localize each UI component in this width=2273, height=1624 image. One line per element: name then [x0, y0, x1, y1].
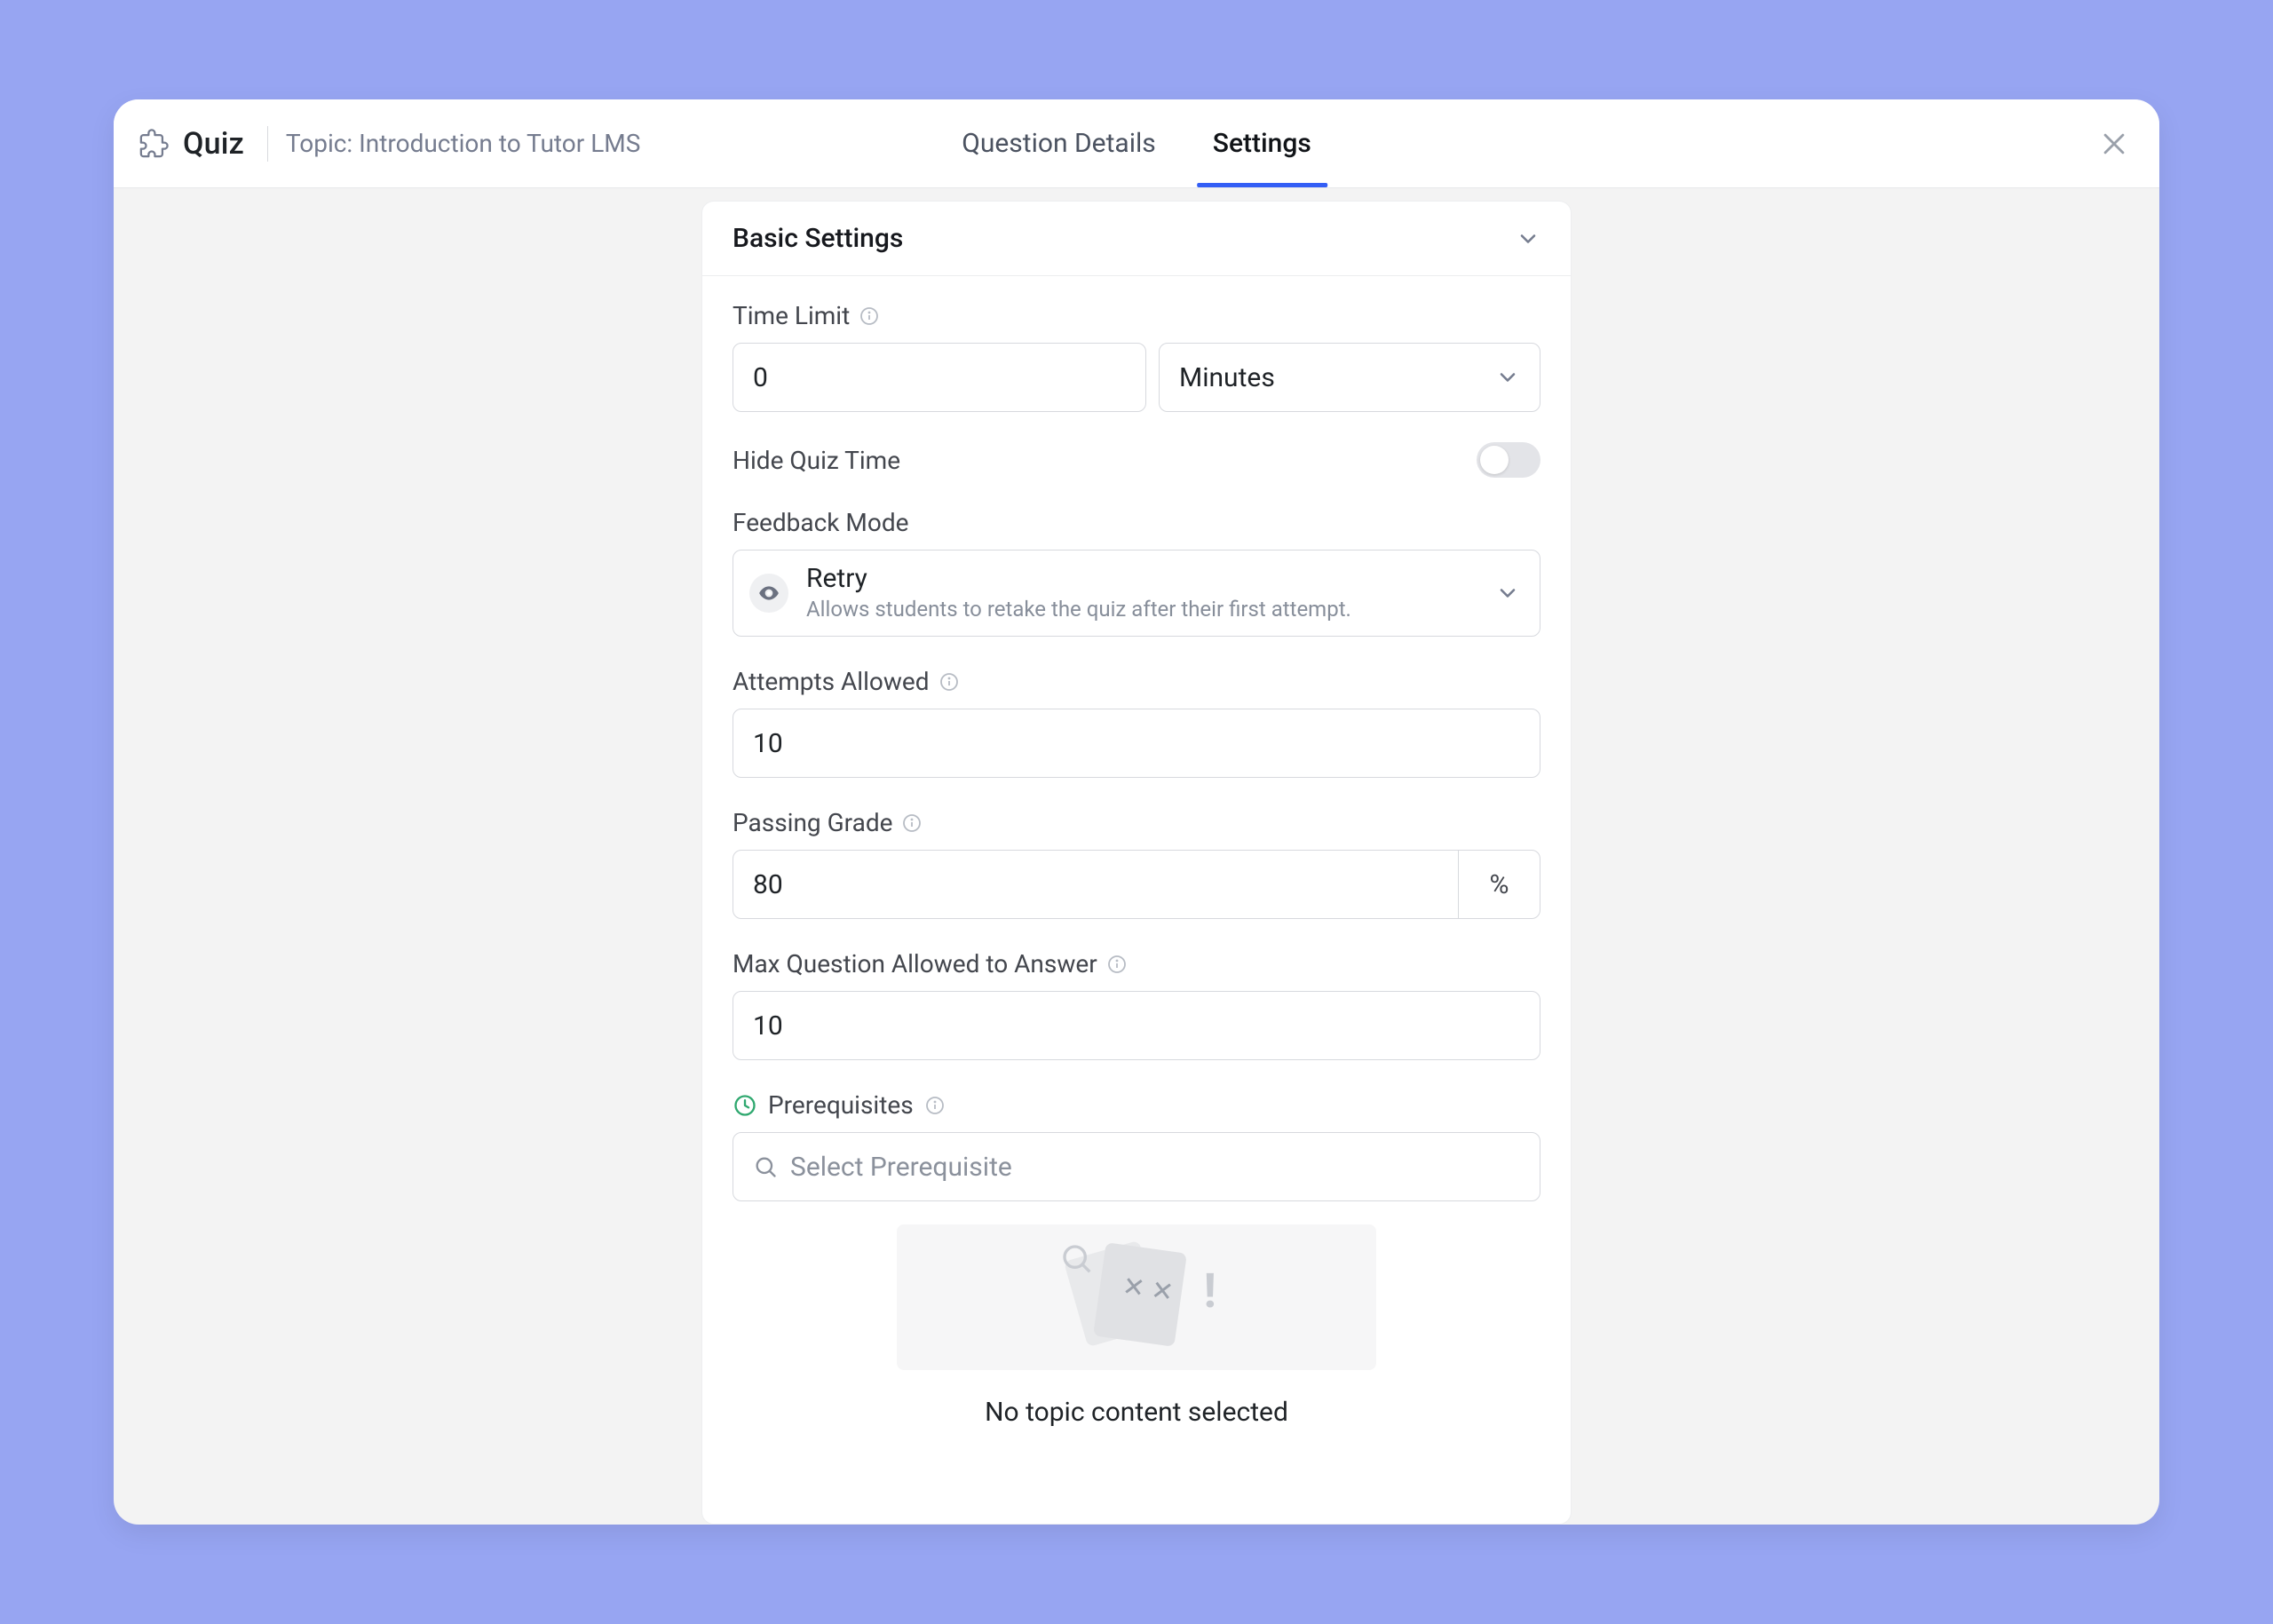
feedback-label-row: Feedback Mode [733, 508, 1540, 537]
attempts-group: Attempts Allowed 10 [733, 667, 1540, 778]
passing-grade-label-row: Passing Grade [733, 808, 1540, 837]
max-questions-label: Max Question Allowed to Answer [733, 949, 1097, 978]
feedback-title: Retry [806, 563, 1351, 595]
info-icon[interactable] [924, 1095, 946, 1116]
max-questions-input[interactable]: 10 [733, 991, 1540, 1060]
info-icon[interactable] [1106, 954, 1128, 975]
tab-settings[interactable]: Settings [1213, 99, 1311, 187]
topic-prefix: Topic: [286, 129, 359, 158]
settings-card: Basic Settings Time Limit 0 Minutes [701, 201, 1572, 1525]
hide-quiz-time-toggle[interactable] [1477, 442, 1540, 478]
clock-icon [733, 1093, 757, 1118]
feedback-desc: Allows students to retake the quiz after… [806, 595, 1351, 623]
passing-grade-row: 80 % [733, 850, 1540, 919]
prerequisites-select[interactable]: Select Prerequisite [733, 1132, 1540, 1201]
max-questions-label-row: Max Question Allowed to Answer [733, 949, 1540, 978]
feedback-mode-select[interactable]: Retry Allows students to retake the quiz… [733, 550, 1540, 637]
eye-icon-wrap [749, 574, 788, 613]
empty-state-box: ✕ ✕ ! [897, 1224, 1376, 1370]
time-limit-label-row: Time Limit [733, 301, 1540, 330]
chevron-down-icon [1495, 581, 1520, 606]
time-limit-label: Time Limit [733, 301, 850, 330]
header-left: Quiz Topic: Introduction to Tutor LMS [139, 126, 640, 162]
prerequisites-placeholder: Select Prerequisite [790, 1152, 1012, 1183]
chevron-down-icon [1516, 226, 1540, 251]
tab-question-details[interactable]: Question Details [962, 99, 1156, 187]
time-limit-input[interactable]: 0 [733, 343, 1146, 412]
info-icon[interactable] [859, 305, 880, 327]
passing-grade-input[interactable]: 80 [733, 851, 1458, 918]
chevron-down-icon [1495, 365, 1520, 390]
hide-quiz-time-label: Hide Quiz Time [733, 446, 900, 475]
feedback-text: Retry Allows students to retake the quiz… [806, 563, 1351, 623]
time-limit-unit: Minutes [1179, 362, 1275, 393]
topic-text: Topic: Introduction to Tutor LMS [286, 129, 640, 158]
passing-grade-label: Passing Grade [733, 808, 892, 837]
settings-body: Time Limit 0 Minutes Hid [702, 276, 1571, 1428]
puzzle-icon [139, 129, 169, 159]
info-icon[interactable] [901, 812, 923, 834]
quiz-title: Quiz [183, 126, 244, 162]
passing-grade-unit: % [1458, 851, 1540, 918]
tabs: Question Details Settings [962, 99, 1311, 187]
feedback-left: Retry Allows students to retake the quiz… [749, 563, 1351, 623]
toggle-knob [1480, 446, 1509, 474]
attempts-allowed-input[interactable]: 10 [733, 709, 1540, 778]
content-area: Basic Settings Time Limit 0 Minutes [114, 188, 2159, 1525]
topic-name: Introduction to Tutor LMS [359, 129, 640, 158]
attempts-label-row: Attempts Allowed [733, 667, 1540, 696]
close-icon[interactable] [2099, 129, 2129, 159]
header-divider [267, 126, 268, 162]
hide-quiz-time-row: Hide Quiz Time [733, 442, 1540, 478]
magnifier-icon [1060, 1242, 1096, 1278]
time-limit-row: 0 Minutes [733, 343, 1540, 412]
info-icon[interactable] [939, 671, 960, 693]
basic-settings-header[interactable]: Basic Settings [702, 202, 1571, 276]
empty-state-text: No topic content selected [733, 1397, 1540, 1428]
eye-icon [757, 582, 780, 605]
exclamation-icon: ! [1203, 1264, 1216, 1319]
feedback-mode-label: Feedback Mode [733, 508, 908, 537]
passing-grade-group: Passing Grade 80 % [733, 808, 1540, 919]
max-questions-group: Max Question Allowed to Answer 10 [733, 949, 1540, 1060]
prerequisites-label-row: Prerequisites [733, 1090, 1540, 1120]
search-icon [753, 1154, 778, 1179]
modal-header: Quiz Topic: Introduction to Tutor LMS Qu… [114, 99, 2159, 188]
quiz-settings-modal: Quiz Topic: Introduction to Tutor LMS Qu… [114, 99, 2159, 1525]
prerequisites-label: Prerequisites [768, 1090, 914, 1120]
basic-settings-title: Basic Settings [733, 223, 903, 254]
time-limit-unit-select[interactable]: Minutes [1159, 343, 1540, 412]
empty-illustration: ✕ ✕ ! [1057, 1244, 1216, 1351]
attempts-allowed-label: Attempts Allowed [733, 667, 930, 696]
